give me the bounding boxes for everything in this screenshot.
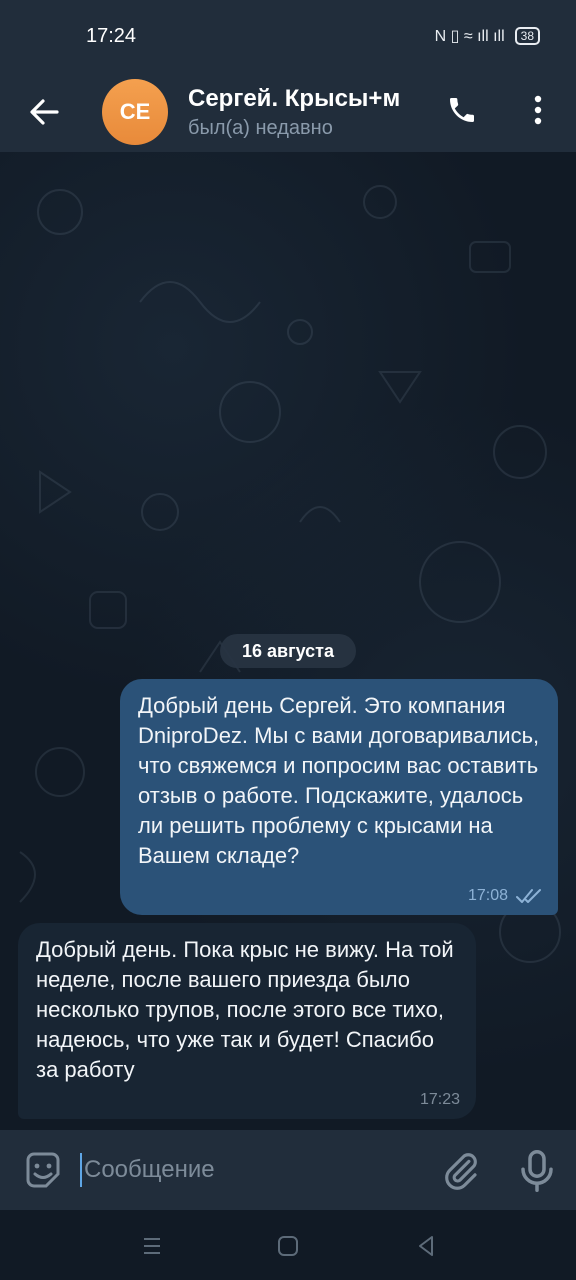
message-text: Добрый день. Пока крыс не вижу. На той н… (36, 937, 454, 1082)
phone-icon (450, 98, 474, 122)
date-separator: 16 августа (220, 634, 356, 668)
text-caret (80, 1153, 82, 1187)
chat-title: Сергей. Крысы+м (188, 84, 401, 112)
call-button[interactable] (438, 86, 486, 134)
voice-record-button[interactable] (516, 1148, 558, 1194)
chat-title-area[interactable]: Сергей. Крысы+м был(а) недавно (188, 85, 424, 140)
chat-last-seen: был(а) недавно (188, 116, 333, 139)
more-options-button[interactable] (516, 86, 560, 134)
chat-area[interactable]: 16 августа Добрый день Сергей. Это компа… (0, 152, 576, 1130)
message-time: 17:08 (467, 887, 508, 904)
status-bar: 17:24 N ▯ ≈ ıll ıll 38 (0, 0, 576, 72)
attach-button[interactable] (440, 1150, 482, 1192)
message-meta: 17:08 (468, 887, 542, 905)
back-button[interactable] (0, 72, 88, 152)
status-time: 17:24 (86, 24, 137, 47)
arrow-left-icon (30, 99, 59, 125)
message-text: Добрый день Сергей. Это компания DniproD… (138, 693, 540, 868)
more-vertical-icon (534, 95, 542, 125)
avatar[interactable]: CE (102, 79, 168, 145)
outgoing-message[interactable]: Добрый день Сергей. Это компания DniproD… (120, 679, 558, 915)
signal-icons: N ▯ ≈ ıll ıll (434, 28, 505, 45)
message-time: 17:23 (419, 1091, 460, 1108)
message-meta: 17:23 (420, 1091, 460, 1109)
avatar-initials: CE (119, 99, 151, 124)
battery-icon: 38 (514, 27, 540, 45)
incoming-message[interactable]: Добрый день. Пока крыс не вижу. На той н… (18, 923, 476, 1119)
message-composer: Сообщение (0, 1130, 576, 1210)
message-input-placeholder: Сообщение (84, 1156, 215, 1183)
emoji-button[interactable] (22, 1150, 64, 1192)
sticker-smile-icon (26, 1152, 60, 1188)
recent-apps-icon[interactable] (138, 1232, 166, 1260)
double-check-icon (516, 889, 541, 903)
microphone-icon (521, 1150, 553, 1192)
system-navigation-bar (0, 1210, 576, 1280)
home-icon[interactable] (274, 1232, 302, 1260)
status-icons: N ▯ ≈ ıll ıll 38 (435, 26, 540, 46)
paperclip-icon (445, 1153, 477, 1190)
chat-header: CE Сергей. Крысы+м был(а) недавно (0, 72, 576, 152)
message-input[interactable]: Сообщение (80, 1150, 420, 1190)
back-nav-icon[interactable] (412, 1232, 440, 1260)
